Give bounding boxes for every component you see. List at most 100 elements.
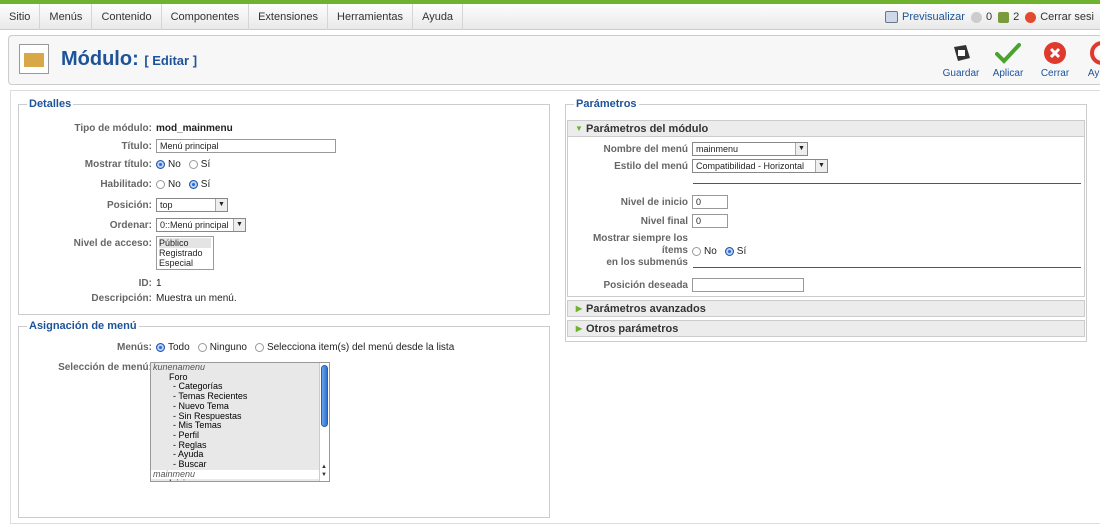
position-select[interactable]: top ▼ — [156, 198, 228, 212]
description-label: Descripción: — [91, 293, 152, 304]
save-label: Guardar — [942, 68, 980, 79]
advanced-params-header[interactable]: ▶ Parámetros avanzados — [567, 300, 1085, 317]
title-label: Título: — [121, 140, 152, 152]
menu-name-select[interactable]: mainmenu ▼ — [692, 142, 808, 156]
assign-select[interactable]: Selecciona item(s) del menú desde la lis… — [254, 342, 454, 353]
menu-style-value: Compatibilidad - Horizontal — [696, 161, 805, 171]
save-button[interactable]: Guardar — [939, 40, 983, 79]
status-bar: Previsualizar 0 2 Cerrar sesi — [884, 4, 1100, 30]
menus-row: Menús: Todo Ninguno Selecciona item(s) del … — [18, 342, 550, 353]
page-subtitle: [ Editar ] — [144, 53, 198, 68]
always-show-yes[interactable]: Sí — [724, 246, 746, 257]
module-type-value: mod_mainmenu — [156, 123, 233, 134]
users-count[interactable]: 2 — [998, 11, 1019, 23]
radio-icon — [156, 180, 165, 189]
scroll-down-icon[interactable]: ▼ — [321, 471, 327, 481]
chevron-down-icon: ▼ — [215, 199, 227, 211]
preview-icon — [884, 11, 898, 23]
apply-label: Aplicar — [992, 68, 1024, 79]
end-level-input[interactable] — [692, 214, 728, 228]
radio-label: No — [168, 179, 181, 190]
preview-label: Previsualizar — [901, 11, 965, 23]
module-type-label: Tipo de módulo: — [74, 123, 152, 134]
menu-contenido[interactable]: Contenido — [92, 3, 162, 30]
menu-options: kunenamenu Foro - Categorías - Temas Recien… — [151, 363, 329, 481]
help-icon — [1090, 41, 1100, 65]
menu-extensiones[interactable]: Extensiones — [249, 3, 329, 30]
close-icon — [1044, 42, 1066, 64]
apply-button[interactable]: Aplicar — [986, 40, 1030, 79]
expanded-arrow-icon: ▼ — [575, 124, 583, 133]
menu-style-row: Estilo del menú Compatibilidad - Horizont… — [568, 159, 1084, 173]
radio-label: Ninguno — [209, 342, 247, 353]
show-title-row: Mostrar título: No Sí — [18, 159, 550, 170]
logout-link[interactable]: Cerrar sesi — [1025, 11, 1094, 23]
assign-all[interactable]: Todo — [156, 342, 190, 353]
menu-style-label: Estilo del menú — [614, 160, 688, 172]
other-params-title: Otros parámetros — [586, 322, 679, 335]
help-label: Ayuda — [1087, 68, 1100, 79]
title-row: Título: — [18, 139, 550, 153]
messages-icon — [970, 11, 982, 23]
radio-icon — [156, 343, 165, 352]
close-label: Cerrar — [1040, 68, 1070, 79]
close-button[interactable]: Cerrar — [1033, 40, 1077, 79]
help-button[interactable]: Ayuda — [1080, 40, 1100, 79]
menu-sitio[interactable]: Sitio — [0, 3, 41, 30]
details-legend: Detalles — [29, 98, 72, 110]
access-option[interactable]: Registrado — [159, 248, 211, 258]
messages-value: 0 — [985, 11, 993, 23]
start-level-row: Nivel de inicio — [568, 195, 1084, 209]
module-icon — [19, 44, 49, 74]
enabled-label: Habilitado: — [100, 179, 152, 190]
show-title-no[interactable]: No — [156, 159, 181, 170]
menu-ayuda[interactable]: Ayuda — [413, 3, 464, 30]
radio-icon — [692, 246, 701, 256]
module-params-header[interactable]: ▼ Parámetros del módulo — [567, 120, 1085, 137]
always-show-label-line1: Mostrar siempre los ítems — [592, 233, 688, 256]
menu-herramientas[interactable]: Herramientas — [328, 3, 414, 30]
id-label: ID: — [138, 278, 152, 289]
menus-label: Menús: — [117, 342, 152, 353]
menu-option[interactable]: Inicio — [151, 479, 329, 481]
menu-name-label: Nombre del menú — [603, 143, 688, 155]
title-input[interactable] — [156, 139, 336, 153]
menu-menus[interactable]: Menús — [40, 3, 93, 30]
menu-selection-list[interactable]: kunenamenu Foro - Categorías - Temas Recien… — [150, 362, 330, 482]
toolbar: Módulo: [ Editar ] Guardar Aplicar Cerra… — [8, 35, 1100, 85]
end-level-label: Nivel final — [640, 215, 688, 227]
always-show-no[interactable]: No — [692, 246, 717, 257]
access-row: Nivel de acceso: Público Registrado Especia… — [18, 236, 550, 270]
access-option[interactable]: Especial — [159, 258, 211, 268]
access-listbox[interactable]: Público Registrado Especial — [156, 236, 214, 270]
desired-position-input[interactable] — [692, 278, 804, 292]
messages-count[interactable]: 0 — [970, 11, 993, 23]
menu-style-select[interactable]: Compatibilidad - Horizontal ▼ — [692, 159, 828, 173]
enabled-no[interactable]: No — [156, 179, 181, 190]
preview-link[interactable]: Previsualizar — [884, 11, 965, 23]
show-title-yes[interactable]: Sí — [188, 159, 210, 170]
order-select[interactable]: 0::Menú principal ▼ — [156, 218, 246, 232]
enabled-row: Habilitado: No Sí — [18, 179, 550, 190]
enabled-yes[interactable]: Sí — [188, 179, 210, 190]
order-row: Ordenar: 0::Menú principal ▼ — [18, 218, 550, 232]
page-title: Módulo: [ Editar ] — [61, 48, 197, 71]
start-level-input[interactable] — [692, 195, 728, 209]
radio-icon — [156, 160, 165, 169]
radio-label: No — [704, 245, 717, 257]
scrollbar-thumb[interactable] — [321, 365, 328, 427]
module-params-title: Parámetros del módulo — [586, 122, 709, 135]
always-show-row: Mostrar siempre los ítems en los submenús… — [568, 233, 1084, 269]
assign-none[interactable]: Ninguno — [197, 342, 247, 353]
menu-componentes[interactable]: Componentes — [162, 3, 250, 30]
scrollbar[interactable]: ▲ ▼ — [319, 363, 329, 481]
chevron-down-icon: ▼ — [233, 219, 245, 231]
show-title-label: Mostrar título: — [84, 159, 152, 170]
advanced-params-title: Parámetros avanzados — [586, 302, 706, 315]
chevron-down-icon: ▼ — [815, 160, 827, 172]
assignment-legend: Asignación de menú — [29, 320, 137, 332]
access-option[interactable]: Público — [159, 238, 211, 248]
separator — [693, 267, 1081, 268]
other-params-header[interactable]: ▶ Otros parámetros — [567, 320, 1085, 337]
position-value: top — [160, 200, 173, 210]
